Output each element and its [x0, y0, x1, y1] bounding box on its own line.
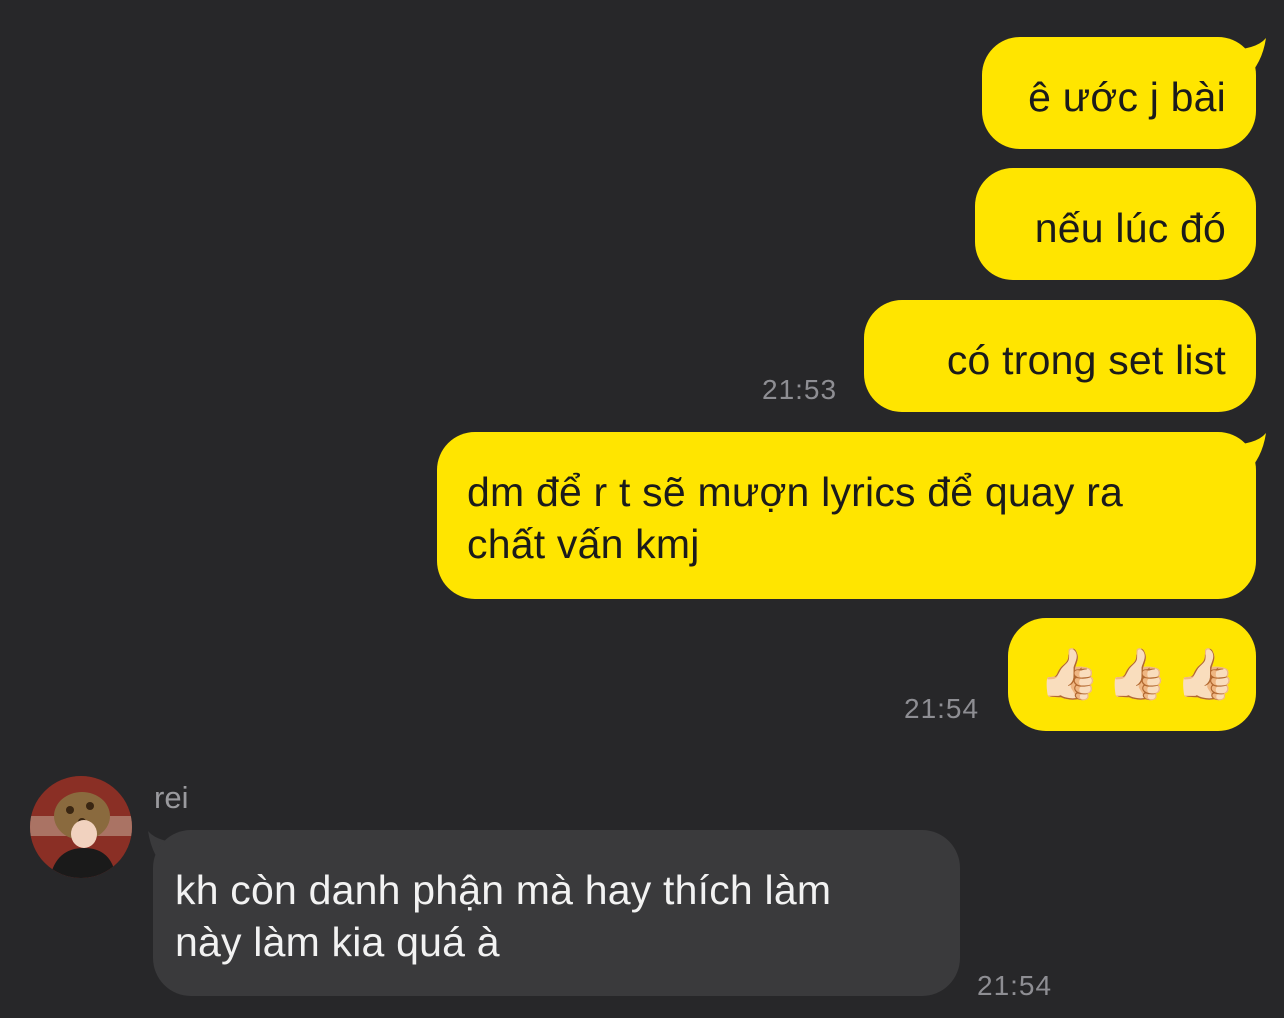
thumbs-up-emoji: 👍🏻👍🏻👍🏻 — [1038, 645, 1243, 703]
chat-thread[interactable]: ê ước j bài nếu lúc đó có trong set list… — [0, 0, 1284, 1018]
message-text-line: dm để r t sẽ mượn lyrics để quay ra — [467, 469, 1124, 515]
sender-name: rei — [154, 780, 189, 815]
bubble-tail — [1226, 38, 1266, 78]
outgoing-message[interactable]: có trong set list — [864, 300, 1256, 412]
outgoing-message[interactable]: 👍🏻👍🏻👍🏻 — [1008, 618, 1256, 731]
outgoing-message[interactable]: nếu lúc đó — [975, 168, 1256, 280]
message-text: ê ước j bài — [1028, 74, 1226, 120]
message-timestamp: 21:54 — [977, 970, 1053, 1001]
outgoing-message[interactable]: ê ước j bài — [982, 37, 1256, 149]
avatar[interactable] — [30, 776, 132, 878]
outgoing-message[interactable]: dm để r t sẽ mượn lyrics để quay ra chất… — [437, 432, 1256, 599]
bubble-tail — [1226, 433, 1266, 473]
avatar-icon — [30, 776, 132, 878]
incoming-message[interactable]: kh còn danh phận mà hay thích làm này là… — [153, 830, 960, 996]
message-text-line: này làm kia quá à — [175, 919, 500, 965]
message-text: có trong set list — [946, 337, 1226, 383]
message-timestamp: 21:54 — [904, 693, 980, 724]
message-text: nếu lúc đó — [1034, 205, 1226, 251]
message-text-line: kh còn danh phận mà hay thích làm — [175, 867, 832, 913]
message-timestamp: 21:53 — [762, 374, 838, 405]
message-text-line: chất vấn kmj — [467, 521, 700, 567]
